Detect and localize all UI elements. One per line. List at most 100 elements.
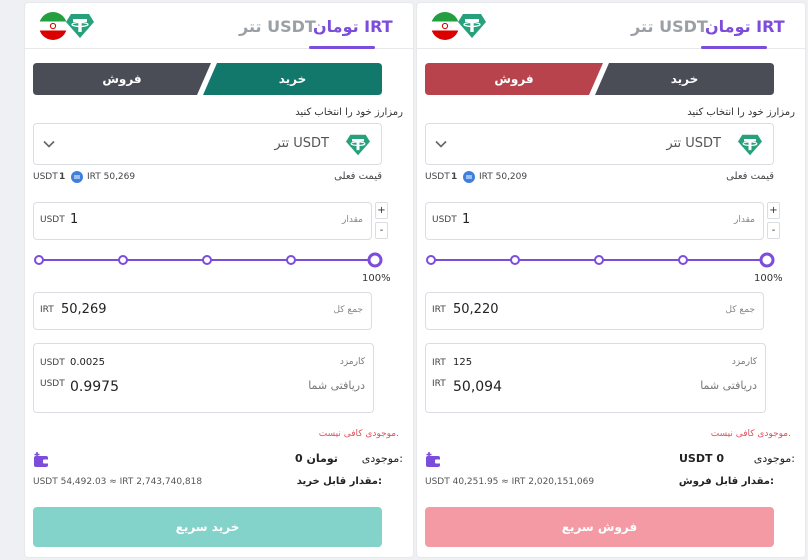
buy-toggle-label: خرید bbox=[278, 72, 307, 86]
price-usdt-value: 1 bbox=[59, 172, 66, 182]
price-irt-value: IRT 50,209 bbox=[479, 172, 528, 182]
total-field: IRT 50,220 جمع کل bbox=[425, 292, 764, 330]
sellable-amount-label: مقدار قابل فروش: bbox=[678, 476, 774, 487]
panel-header: تتر USDT تومان IRT bbox=[25, 3, 413, 49]
active-tab-indicator bbox=[701, 46, 767, 49]
selected-coin-label: تتر USDT bbox=[666, 136, 721, 151]
fee-value: 125 bbox=[453, 357, 473, 368]
total-unit: IRT bbox=[432, 305, 446, 315]
panel-header: تتر USDT تومان IRT bbox=[417, 3, 805, 49]
total-label: جمع کل bbox=[725, 305, 755, 315]
amount-label: مقدار bbox=[342, 215, 363, 225]
amount-input[interactable]: USDT 1 مقدار bbox=[425, 202, 764, 240]
wallet-add-icon[interactable] bbox=[33, 451, 51, 469]
tab-usdt[interactable]: تتر USDT bbox=[239, 17, 316, 36]
balance-label: موجودی: bbox=[361, 452, 403, 465]
sell-toggle-label: فروش bbox=[102, 72, 142, 86]
total-value: 50,269 bbox=[61, 302, 107, 317]
slider-step-25[interactable] bbox=[118, 255, 128, 265]
slider-handle[interactable] bbox=[367, 252, 383, 268]
receive-value: 0.9975 bbox=[70, 379, 119, 395]
slider-step-75[interactable] bbox=[286, 255, 296, 265]
price-irt-value: IRT 50,269 bbox=[87, 172, 136, 182]
tether-icon bbox=[346, 134, 370, 156]
tether-icon bbox=[738, 134, 762, 156]
amount-slider[interactable] bbox=[31, 249, 391, 271]
amount-input[interactable]: USDT 1 مقدار bbox=[33, 202, 372, 240]
price-usdt-value: 1 bbox=[451, 172, 458, 182]
amount-value: 1 bbox=[462, 212, 471, 227]
tab-irt[interactable]: تومان IRT bbox=[705, 17, 785, 36]
price-usdt-unit: USDT bbox=[425, 172, 450, 182]
amount-unit: USDT bbox=[432, 215, 457, 225]
amount-label: مقدار bbox=[734, 215, 755, 225]
current-price-label: قیمت فعلی bbox=[334, 171, 382, 182]
slider-step-0[interactable] bbox=[34, 255, 44, 265]
amount-unit: USDT bbox=[40, 215, 65, 225]
fee-unit: USDT bbox=[40, 358, 65, 368]
current-price-label: قیمت فعلی bbox=[726, 171, 774, 182]
slider-step-0[interactable] bbox=[426, 255, 436, 265]
tether-logo-icon bbox=[65, 12, 95, 40]
total-label: جمع کل bbox=[333, 305, 363, 315]
coin-select[interactable]: تتر USDT bbox=[33, 123, 382, 165]
price-usdt-unit: USDT bbox=[33, 172, 58, 182]
current-price-row: USDT 1 IRT 50,269 قیمت فعلی bbox=[33, 170, 382, 186]
fee-unit: IRT bbox=[432, 358, 446, 368]
quick-buy-button[interactable]: خرید سریع bbox=[33, 507, 382, 547]
sell-toggle-button[interactable]: فروش bbox=[33, 63, 211, 95]
tab-usdt[interactable]: تتر USDT bbox=[631, 17, 708, 36]
fee-receive-box: IRT 125 کارمزد IRT 50,094 دریافتی شما bbox=[425, 343, 766, 413]
increment-button[interactable]: + bbox=[375, 202, 388, 219]
slider-step-25[interactable] bbox=[510, 255, 520, 265]
balance-value: 0 تومان bbox=[295, 452, 338, 465]
receive-unit: IRT bbox=[432, 379, 446, 389]
chevron-down-icon bbox=[43, 140, 55, 148]
coin-select[interactable]: تتر USDT bbox=[425, 123, 774, 165]
purchasable-amount-label: مقدار قابل خرید: bbox=[296, 476, 382, 487]
selected-coin-label: تتر USDT bbox=[274, 136, 329, 151]
swap-icon bbox=[71, 171, 83, 183]
fee-label: کارمزد bbox=[339, 357, 365, 367]
balance-value: USDT 0 bbox=[679, 452, 724, 465]
iran-flag-icon bbox=[431, 12, 459, 40]
total-field: IRT 50,269 جمع کل bbox=[33, 292, 372, 330]
select-coin-hint: رمزارز خود را انتخاب کنید bbox=[687, 107, 795, 118]
insufficient-balance-warning: موجودی کافی نیست. bbox=[318, 429, 399, 439]
iran-flag-icon bbox=[39, 12, 67, 40]
fee-label: کارمزد bbox=[731, 357, 757, 367]
receive-value: 50,094 bbox=[453, 379, 502, 395]
active-tab-indicator bbox=[309, 46, 375, 49]
fee-receive-box: USDT 0.0025 کارمزد USDT 0.9975 دریافتی ش… bbox=[33, 343, 374, 413]
receive-label: دریافتی شما bbox=[308, 379, 365, 392]
buy-toggle-label: خرید bbox=[670, 72, 699, 86]
tab-irt[interactable]: تومان IRT bbox=[313, 17, 393, 36]
insufficient-balance-warning: موجودی کافی نیست. bbox=[710, 429, 791, 439]
wallet-add-icon[interactable] bbox=[425, 451, 443, 469]
slider-percent-label: 100% bbox=[754, 273, 783, 284]
swap-icon bbox=[463, 171, 475, 183]
buy-panel: تتر USDT تومان IRT فروش خرید رمزارز خود … bbox=[24, 2, 414, 558]
amount-value: 1 bbox=[70, 212, 79, 227]
slider-step-50[interactable] bbox=[594, 255, 604, 265]
slider-percent-label: 100% bbox=[362, 273, 391, 284]
increment-button[interactable]: + bbox=[767, 202, 780, 219]
sellable-amount-value: USDT 40,251.95 ≈ IRT 2,020,151,069 bbox=[425, 477, 595, 487]
total-unit: IRT bbox=[40, 305, 54, 315]
fee-value: 0.0025 bbox=[70, 357, 105, 368]
total-value: 50,220 bbox=[453, 302, 499, 317]
quick-sell-button[interactable]: فروش سریع bbox=[425, 507, 774, 547]
slider-step-50[interactable] bbox=[202, 255, 212, 265]
slider-handle[interactable] bbox=[759, 252, 775, 268]
decrement-button[interactable]: - bbox=[767, 222, 780, 239]
buy-toggle-button[interactable]: خرید bbox=[595, 63, 774, 95]
sell-toggle-label: فروش bbox=[494, 72, 534, 86]
decrement-button[interactable]: - bbox=[375, 222, 388, 239]
buy-toggle-button[interactable]: خرید bbox=[203, 63, 382, 95]
chevron-down-icon bbox=[435, 140, 447, 148]
slider-step-75[interactable] bbox=[678, 255, 688, 265]
sell-toggle-button[interactable]: فروش bbox=[425, 63, 603, 95]
purchasable-amount-value: USDT 54,492.03 ≈ IRT 2,743,740,818 bbox=[33, 477, 203, 487]
amount-slider[interactable] bbox=[423, 249, 783, 271]
select-coin-hint: رمزارز خود را انتخاب کنید bbox=[295, 107, 403, 118]
